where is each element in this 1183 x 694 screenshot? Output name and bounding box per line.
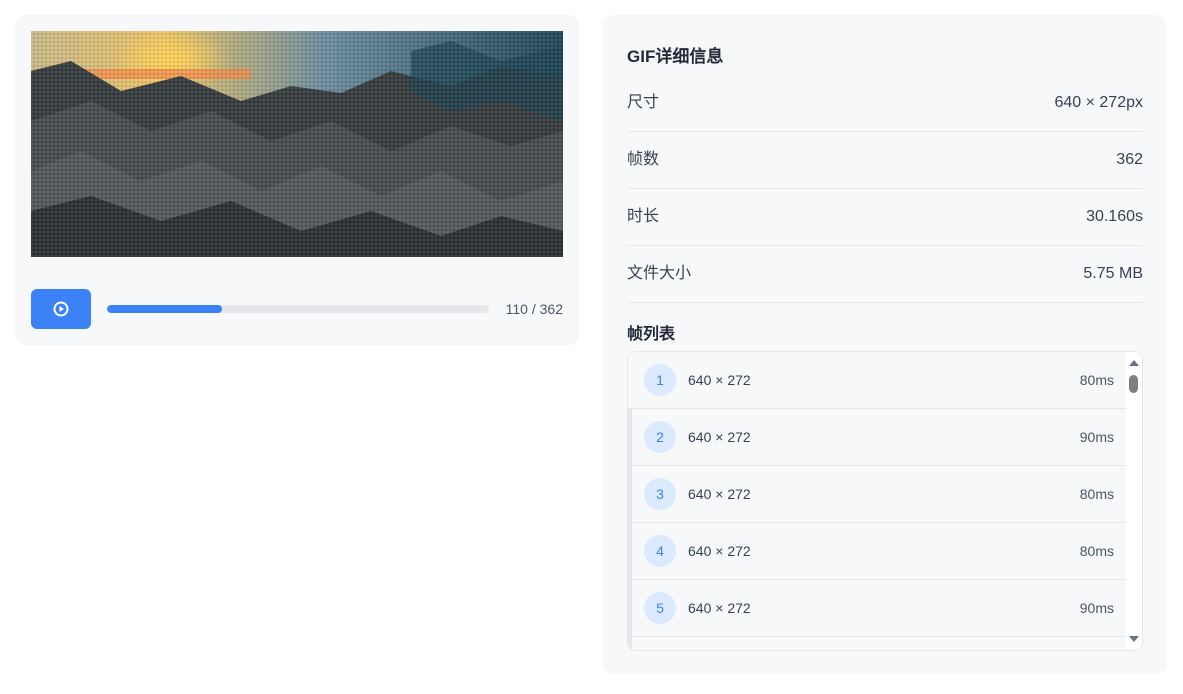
preview-panel: 110 / 362: [15, 15, 579, 345]
frame-duration: 90ms: [1079, 429, 1114, 445]
frame-duration: 90ms: [1079, 600, 1114, 616]
info-value: 5.75 MB: [1083, 265, 1143, 282]
info-value: 640 × 272px: [1054, 94, 1143, 111]
info-value: 362: [1116, 151, 1143, 168]
frame-dimensions: 640 × 272: [688, 600, 751, 616]
play-icon: [53, 301, 69, 317]
info-value: 30.160s: [1086, 208, 1143, 225]
frame-index-badge: 5: [644, 592, 676, 624]
details-title: GIF详细信息: [627, 47, 724, 66]
frame-duration: 80ms: [1079, 543, 1114, 559]
play-button[interactable]: [31, 289, 91, 329]
frame-list-item-partial[interactable]: [628, 637, 1126, 650]
progress-bar[interactable]: [107, 305, 489, 313]
frame-dimensions: 640 × 272: [688, 543, 751, 559]
frame-item-accent: [628, 637, 632, 650]
frame-duration: 80ms: [1079, 486, 1114, 502]
frame-list-title: 帧列表: [627, 326, 676, 343]
frame-item-accent: [628, 580, 632, 636]
frame-list-item[interactable]: 3 640 × 272 80ms: [628, 466, 1126, 523]
info-label: 帧数: [627, 151, 660, 168]
scroll-down-arrow-icon[interactable]: [1129, 636, 1139, 642]
frame-list-item[interactable]: 4 640 × 272 80ms: [628, 523, 1126, 580]
gif-frame-image: [31, 31, 563, 257]
frame-item-accent: [628, 409, 632, 465]
scroll-thumb[interactable]: [1129, 375, 1138, 393]
frame-list-item[interactable]: 2 640 × 272 90ms: [628, 409, 1126, 466]
frame-index-badge: 1: [644, 364, 676, 396]
info-label: 时长: [627, 208, 660, 225]
details-panel: GIF详细信息 尺寸 640 × 272px 帧数 362 时长 30.160s…: [603, 15, 1167, 674]
info-row-file-size: 文件大小 5.75 MB: [627, 245, 1143, 303]
frame-list[interactable]: 1 640 × 272 80ms 2 640 × 272 90ms 3 640 …: [627, 351, 1143, 651]
gif-preview: [31, 31, 563, 257]
info-label: 尺寸: [627, 94, 660, 111]
frame-list-scrollbar[interactable]: [1126, 352, 1142, 650]
frame-index-badge: 3: [644, 478, 676, 510]
frame-duration: 80ms: [1079, 372, 1114, 388]
frame-list-item[interactable]: 5 640 × 272 90ms: [628, 580, 1126, 637]
frame-index-badge: 2: [644, 421, 676, 453]
info-label: 文件大小: [627, 265, 692, 282]
info-row-frame-count: 帧数 362: [627, 131, 1143, 189]
info-row-duration: 时长 30.160s: [627, 188, 1143, 246]
frame-dimensions: 640 × 272: [688, 372, 751, 388]
frame-list-item[interactable]: 1 640 × 272 80ms: [628, 352, 1126, 409]
frame-counter: 110 / 362: [505, 301, 563, 317]
frame-dimensions: 640 × 272: [688, 486, 751, 502]
frame-item-accent: [628, 523, 632, 579]
frame-dimensions: 640 × 272: [688, 429, 751, 445]
progress-fill: [107, 305, 222, 313]
frame-item-accent: [628, 466, 632, 522]
scroll-up-arrow-icon[interactable]: [1129, 360, 1139, 366]
info-row-dimensions: 尺寸 640 × 272px: [627, 74, 1143, 132]
frame-index-badge: 4: [644, 535, 676, 567]
